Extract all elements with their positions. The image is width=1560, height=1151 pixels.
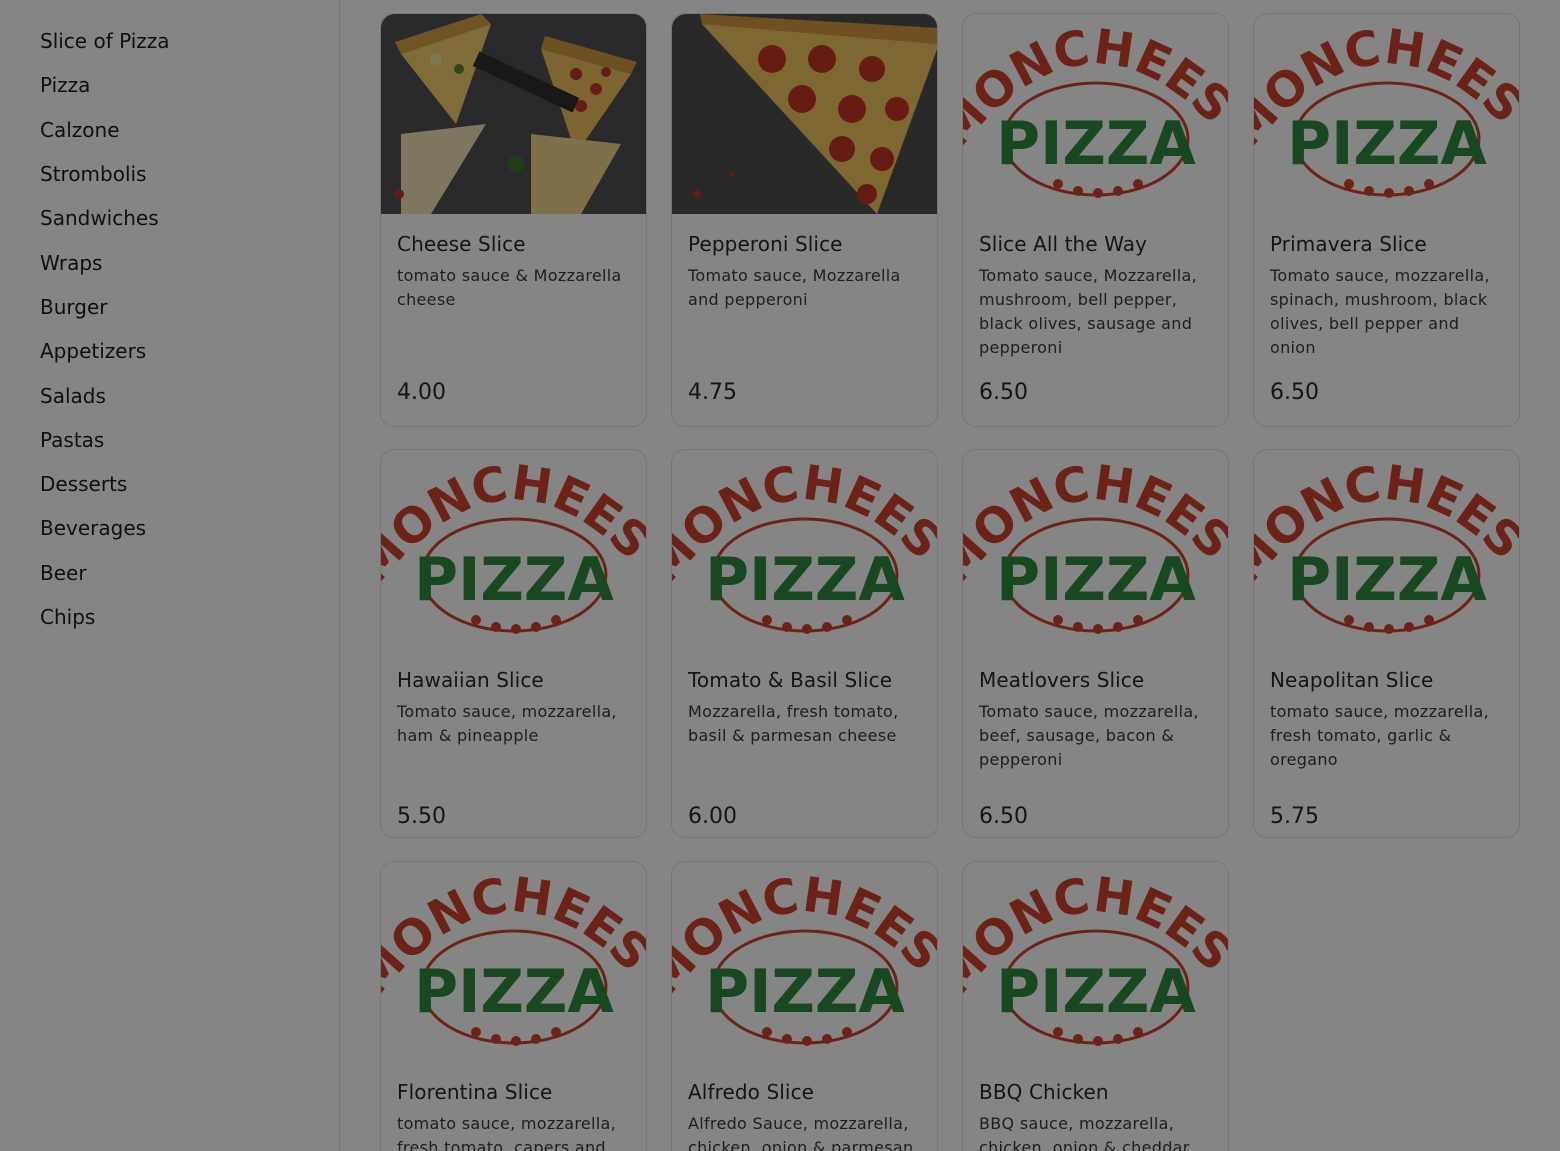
menu-page: Slice of Pizza Pizza Calzone Strombolis … [0, 0, 1560, 1151]
modal-backdrop[interactable] [0, 0, 1560, 1151]
